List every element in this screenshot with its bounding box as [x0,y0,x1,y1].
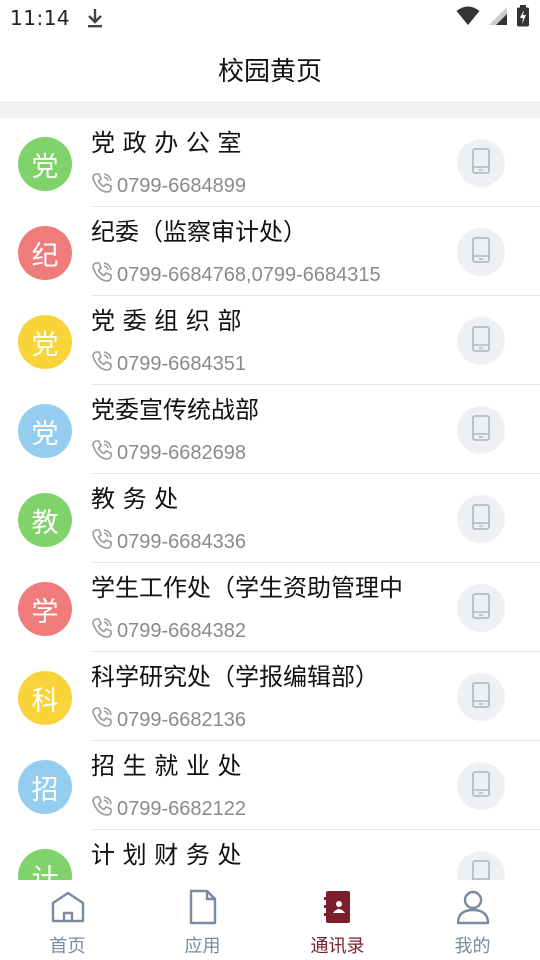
tab-apps-label: 应用 [184,936,221,957]
contact-row[interactable]: 纪纪委（监察审计处） 0799-6684768,0799-6684315 [0,207,540,296]
contact-row[interactable]: 招招 生 就 业 处 0799-6682122 [0,741,540,830]
contact-name: 计 划 财 务 处 [91,841,242,869]
download-icon [86,7,104,29]
wifi-icon [456,6,480,31]
phone-icon [91,528,117,556]
avatar: 科 [18,671,72,725]
call-button[interactable] [457,139,505,187]
contact-row[interactable]: 计计 划 财 务 处 [0,830,540,880]
phone-number: 0799-6684336 [117,530,247,553]
mobile-phone-icon [470,414,492,446]
call-button[interactable] [457,584,505,632]
phone-icon [91,617,117,645]
avatar: 学 [18,582,72,636]
tab-mine[interactable]: 我的 [405,880,540,960]
tab-mine-label: 我的 [454,936,491,957]
call-button[interactable] [457,851,505,880]
avatar: 党 [18,404,72,458]
status-bar: 11:14 [0,0,540,36]
contact-row[interactable]: 教教 务 处 0799-6684336 [0,474,540,563]
avatar: 党 [18,315,72,369]
mobile-phone-icon [470,236,492,268]
contact-phone: 0799-6684768,0799-6684315 [91,261,381,289]
mobile-phone-icon [470,503,492,535]
tab-apps[interactable]: 应用 [135,880,270,960]
contact-name: 党 政 办 公 室 [91,129,242,157]
mobile-phone-icon [470,147,492,179]
document-icon [184,888,222,926]
signal-icon [488,6,508,31]
mobile-phone-icon [470,592,492,624]
call-button[interactable] [457,495,505,543]
avatar: 计 [18,849,72,880]
bottom-tab-bar: 首页 应用 通讯录 我的 [0,880,540,960]
phone-icon [91,439,117,467]
mobile-phone-icon [470,770,492,802]
phone-number: 0799-6682122 [117,797,247,820]
contact-name: 科学研究处（学报编辑部） [91,663,379,691]
contact-name: 党 委 组 织 部 [91,307,242,335]
mobile-phone-icon [470,681,492,713]
contact-name: 招 生 就 业 处 [91,752,242,780]
phone-number: 0799-6684899 [117,174,247,197]
call-button[interactable] [457,317,505,365]
call-button[interactable] [457,673,505,721]
contact-row[interactable]: 党党 政 办 公 室 0799-6684899 [0,118,540,207]
contact-name: 学生工作处（学生资助管理中 [91,574,403,602]
mobile-phone-icon [470,859,492,880]
contact-name: 教 务 处 [91,485,179,513]
call-button[interactable] [457,228,505,276]
avatar: 招 [18,760,72,814]
contact-phone: 0799-6682122 [91,795,246,823]
avatar: 教 [18,493,72,547]
contact-phone: 0799-6682136 [91,706,246,734]
header-divider [0,102,540,118]
phone-number: 0799-6682136 [117,708,247,731]
mobile-phone-icon [470,325,492,357]
phone-icon [91,795,117,823]
phone-number: 0799-6684351 [117,352,247,375]
contacts-book-icon [319,888,357,926]
contact-row[interactable]: 党党 委 组 织 部 0799-6684351 [0,296,540,385]
tab-contacts-label: 通讯录 [310,936,365,957]
contact-phone: 0799-6684336 [91,528,246,556]
contact-row[interactable]: 学学生工作处（学生资助管理中 0799-6684382 [0,563,540,652]
tab-home-label: 首页 [49,936,86,957]
contact-phone: 0799-6684351 [91,350,246,378]
call-button[interactable] [457,762,505,810]
avatar: 纪 [18,226,72,280]
phone-icon [91,261,117,289]
contact-row[interactable]: 科科学研究处（学报编辑部） 0799-6682136 [0,652,540,741]
page-title: 校园黄页 [0,36,540,102]
contact-list[interactable]: 党党 政 办 公 室 0799-6684899 纪纪委（监察审计处） 0799-668… [0,118,540,880]
phone-icon [91,706,117,734]
avatar: 党 [18,137,72,191]
contact-phone: 0799-6684899 [91,172,246,200]
contact-name: 党委宣传统战部 [91,396,259,424]
battery-icon [516,4,530,32]
contact-phone: 0799-6684382 [91,617,246,645]
home-icon [49,888,87,926]
contact-row[interactable]: 党党委宣传统战部 0799-6682698 [0,385,540,474]
page-title-text: 校园黄页 [217,56,322,87]
phone-number: 0799-6682698 [117,441,247,464]
phone-icon [91,350,117,378]
status-time: 11:14 [10,6,71,30]
phone-icon [91,172,117,200]
contact-name: 纪委（监察审计处） [91,218,307,246]
phone-number: 0799-6684382 [117,619,247,642]
tab-contacts[interactable]: 通讯录 [270,880,405,960]
tab-home[interactable]: 首页 [0,880,135,960]
person-icon [454,888,492,926]
contact-phone: 0799-6682698 [91,439,246,467]
phone-number: 0799-6684768,0799-6684315 [117,263,381,286]
call-button[interactable] [457,406,505,454]
